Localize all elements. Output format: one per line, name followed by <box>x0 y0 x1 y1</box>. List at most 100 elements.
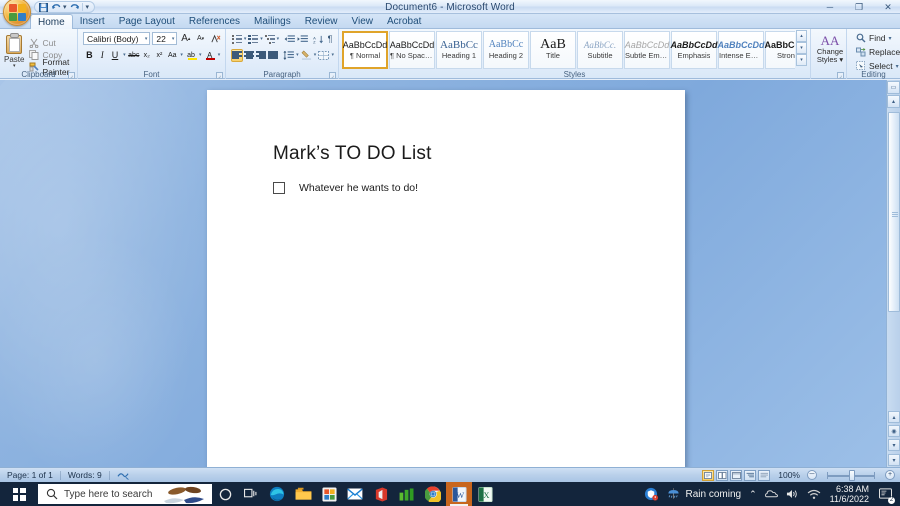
clipboard-dialog-launcher[interactable]: ⌟ <box>68 72 75 79</box>
ribbon-tab-review[interactable]: Review <box>298 14 345 29</box>
zoom-slider[interactable] <box>819 469 883 481</box>
print-layout-view-button[interactable] <box>702 469 715 481</box>
style-subtle-emp[interactable]: AaBbCcDd Subtle Emp… <box>624 31 670 69</box>
font-dialog-launcher[interactable]: ⌟ <box>216 72 223 79</box>
multilevel-list-dropdown-icon[interactable]: ▾ <box>276 36 280 42</box>
font-name-dropdown-icon[interactable]: ▾ <box>143 36 148 42</box>
vertical-scrollbar[interactable]: ▭ ▴ ▴ ◉ ▾ ▾ <box>886 80 900 467</box>
multilevel-list-icon[interactable] <box>264 33 276 46</box>
full-screen-reading-view-button[interactable] <box>716 469 729 481</box>
ribbon-tab-acrobat[interactable]: Acrobat <box>380 14 428 29</box>
microsoft-store-icon[interactable] <box>316 482 342 506</box>
ribbon-tab-page-layout[interactable]: Page Layout <box>112 14 182 29</box>
select-dropdown-icon[interactable]: ▾ <box>896 63 899 70</box>
style-intense-em[interactable]: AaBbCcDd Intense Em… <box>718 31 765 69</box>
money-icon[interactable] <box>394 482 420 506</box>
underline-button[interactable]: U <box>109 49 122 62</box>
style-normal[interactable]: AaBbCcDd ¶ Normal <box>342 31 388 69</box>
sort-icon[interactable]: AZ <box>312 33 325 46</box>
style-emphasis[interactable]: AaBbCcDd Emphasis <box>671 31 718 69</box>
find-dropdown-icon[interactable]: ▾ <box>889 35 892 42</box>
styles-more-button[interactable]: ▾ <box>796 54 807 66</box>
show-marks-icon[interactable]: ¶ <box>325 33 335 46</box>
numbering-icon[interactable] <box>247 33 259 46</box>
grow-font-button[interactable]: A ▴ <box>179 32 192 45</box>
font-size-combo[interactable]: 22 ▾ <box>152 32 178 45</box>
zoom-out-button[interactable]: ─ <box>807 470 817 480</box>
chrome-icon[interactable] <box>420 482 446 506</box>
word-icon[interactable]: W <box>446 482 472 506</box>
outline-view-button[interactable] <box>744 469 757 481</box>
bold-button[interactable]: B <box>83 49 96 62</box>
shrink-font-button[interactable]: A ▾ <box>194 32 207 45</box>
action-center-button[interactable]: 2 <box>874 482 896 506</box>
style-no-spacing[interactable]: AaBbCcDd ¶ No Spacing <box>389 31 435 69</box>
wifi-icon[interactable] <box>803 482 825 506</box>
office-icon[interactable] <box>368 482 394 506</box>
borders-dropdown-icon[interactable]: ▾ <box>330 52 335 58</box>
ribbon-tab-home[interactable]: Home <box>30 14 73 29</box>
windows-security-icon[interactable] <box>640 482 662 506</box>
cut-button[interactable]: Cut <box>26 37 74 48</box>
line-spacing-icon[interactable] <box>282 49 295 62</box>
scroll-down-button[interactable]: ▾ <box>888 454 900 466</box>
change-case-button[interactable]: Aa <box>166 49 179 62</box>
clear-formatting-icon[interactable] <box>209 32 222 45</box>
font-name-combo[interactable]: Calibri (Body) ▾ <box>83 32 151 45</box>
ribbon-tab-mailings[interactable]: Mailings <box>247 14 298 29</box>
word-count-indicator[interactable]: Words: 9 <box>61 468 109 483</box>
document-list-item[interactable]: Whatever he wants to do! <box>273 182 418 194</box>
document-heading[interactable]: Mark’s TO DO List <box>273 143 432 165</box>
align-center-icon[interactable] <box>243 49 255 62</box>
font-color-dropdown-icon[interactable]: ▾ <box>216 52 222 58</box>
style-heading-2[interactable]: AaBbCc Heading 2 <box>483 31 529 69</box>
find-button[interactable]: Find ▾ <box>853 32 897 44</box>
task-view-icon[interactable] <box>238 482 264 506</box>
zoom-in-button[interactable]: + <box>885 470 895 480</box>
style-title[interactable]: AaB Title <box>530 31 576 69</box>
zoom-slider-handle[interactable] <box>849 469 855 481</box>
search-input[interactable]: Type here to search <box>38 484 212 504</box>
ribbon-tab-insert[interactable]: Insert <box>73 14 112 29</box>
styles-scroll-down-button[interactable]: ▾ <box>796 42 807 54</box>
scroll-split-button[interactable]: ▭ <box>887 81 900 94</box>
bullets-icon[interactable] <box>231 33 243 46</box>
document-canvas[interactable]: Mark’s TO DO List Whatever he wants to d… <box>0 80 900 467</box>
restore-button[interactable]: ❐ <box>849 1 869 13</box>
volume-icon[interactable] <box>782 482 803 506</box>
ribbon-tab-references[interactable]: References <box>182 14 247 29</box>
change-case-dropdown-icon[interactable]: ▾ <box>179 52 185 58</box>
paste-dropdown-icon[interactable]: ▾ <box>13 64 16 69</box>
web-layout-view-button[interactable] <box>730 469 743 481</box>
superscript-button[interactable]: x² <box>153 49 166 62</box>
excel-icon[interactable]: X <box>472 482 498 506</box>
close-button[interactable]: ✕ <box>878 1 898 13</box>
minimize-button[interactable]: ─ <box>820 1 840 13</box>
draft-view-button[interactable] <box>758 469 771 481</box>
select-browse-object-button[interactable]: ◉ <box>888 425 900 437</box>
ribbon-tab-view[interactable]: View <box>345 14 381 29</box>
taskbar-clock[interactable]: 6:38 AM 11/6/2022 <box>825 482 874 506</box>
align-right-icon[interactable] <box>255 49 267 62</box>
weather-widget[interactable]: Rain coming <box>662 482 745 506</box>
onedrive-icon[interactable] <box>761 482 782 506</box>
scroll-up-button[interactable]: ▴ <box>887 95 900 108</box>
borders-icon[interactable] <box>317 49 330 62</box>
proofing-errors-icon[interactable] <box>110 468 136 483</box>
edge-icon[interactable] <box>264 482 290 506</box>
tray-overflow-button[interactable]: ⌃ <box>745 482 761 506</box>
justify-icon[interactable] <box>267 49 279 62</box>
page-indicator[interactable]: Page: 1 of 1 <box>0 468 60 483</box>
font-size-dropdown-icon[interactable]: ▾ <box>170 36 175 42</box>
align-left-icon[interactable] <box>231 48 243 62</box>
file-explorer-icon[interactable] <box>290 482 316 506</box>
mail-icon[interactable] <box>342 482 368 506</box>
start-button[interactable] <box>0 482 38 506</box>
zoom-level-label[interactable]: 100% <box>772 470 805 480</box>
change-styles-button[interactable]: AA Change Styles ▾ <box>814 30 846 65</box>
italic-button[interactable]: I <box>96 49 109 62</box>
checkbox-bullet-icon[interactable] <box>273 182 285 194</box>
styles-scroll-up-button[interactable]: ▴ <box>796 30 807 42</box>
paragraph-dialog-launcher[interactable]: ⌟ <box>329 72 336 79</box>
previous-page-button[interactable]: ▴ <box>888 411 900 423</box>
